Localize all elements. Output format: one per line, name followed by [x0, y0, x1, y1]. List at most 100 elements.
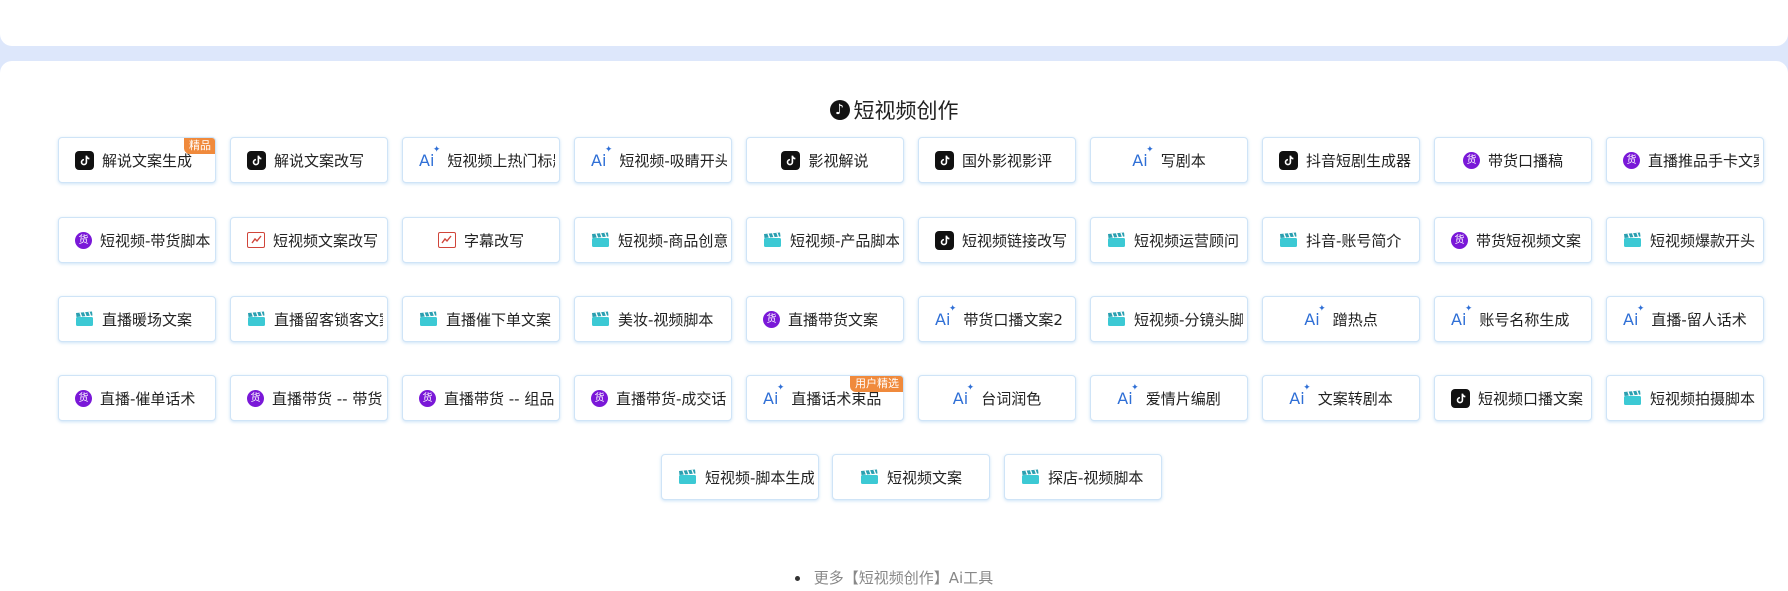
tool-button-label: 短视频-分镜头脚本 [1134, 310, 1243, 329]
tool-button[interactable]: 探店-视频脚本 [1004, 454, 1162, 500]
clapper-icon [1021, 469, 1040, 485]
tool-button-label: 短视频上热门标题 [447, 151, 555, 170]
tool-button-label: 短视频文案改写 [273, 231, 379, 250]
tool-button[interactable]: 短视频-脚本生成 [661, 454, 819, 500]
tool-button-label: 直播-催单话术 [100, 389, 196, 408]
ai-sparkle-icon: Ai ✦ [935, 303, 957, 329]
goods-icon: 货 [75, 389, 92, 407]
tool-button-label: 蹭热点 [1332, 310, 1378, 329]
tool-button[interactable]: 直播暖场文案 [58, 296, 216, 342]
bullet-icon [794, 576, 800, 581]
tool-button-label: 短视频爆款开头 [1650, 231, 1756, 250]
tool-button[interactable]: 抖音-账号简介 [1262, 217, 1420, 263]
ai-sparkle-icon: Ai ✦ [591, 144, 613, 170]
tiktok-icon [75, 150, 94, 170]
more-tools-hint[interactable]: 更多【短视频创作】Ai工具 [0, 569, 1788, 587]
tool-button[interactable]: Ai ✦ 爱情片编剧 [1090, 375, 1248, 421]
tiktok-icon [935, 230, 954, 250]
tool-button-label: 短视频口播文案 [1478, 389, 1584, 408]
tool-button[interactable]: 货带货口播稿 [1434, 137, 1592, 183]
tool-button[interactable]: 货直播带货 -- 组品话术 [402, 375, 560, 421]
tool-button-label: 台词润色 [981, 389, 1042, 408]
clapper-icon [591, 311, 610, 327]
tool-button-label: 账号名称生成 [1479, 310, 1570, 329]
tool-button[interactable]: 短视频链接改写 [918, 217, 1076, 263]
tool-button[interactable]: 解说文案改写 [230, 137, 388, 183]
tool-button[interactable]: 短视频运营顾问 [1090, 217, 1248, 263]
goods-icon: 货 [419, 389, 436, 407]
tiktok-icon [1279, 150, 1298, 170]
tool-button[interactable]: Ai ✦ 写剧本 [1090, 137, 1248, 183]
tool-button[interactable]: Ai ✦ 账号名称生成 [1434, 296, 1592, 342]
goods-icon: 货 [75, 231, 92, 249]
tool-button[interactable]: Ai✦ 短视频上热门标题 [402, 137, 560, 183]
tool-button[interactable]: 货带货短视频文案 [1434, 217, 1592, 263]
clapper-icon [678, 469, 697, 485]
ai-sparkle-icon: Ai ✦ [1117, 382, 1139, 408]
badge: 用户精选 [850, 376, 903, 392]
tool-button[interactable]: 短视频-分镜头脚本 [1090, 296, 1248, 342]
ai-sparkle-icon: Ai ✦ [952, 382, 975, 408]
tool-button[interactable]: 影视解说 [746, 137, 904, 183]
tool-button[interactable]: 抖音短剧生成器 [1262, 137, 1420, 183]
tool-button[interactable]: 货短视频-带货脚本 [58, 217, 216, 263]
tool-button[interactable]: 货直播带货 -- 带货话术 [230, 375, 388, 421]
clapper-icon [860, 469, 879, 485]
tool-button[interactable]: Ai ✦ 直播话术束品 用户精选 [746, 375, 904, 421]
tool-button-label: 美妆-视频脚本 [618, 310, 714, 329]
clapper-icon [75, 311, 94, 327]
tool-button-label: 直播催下单文案 [446, 310, 552, 329]
tiktok-icon [1451, 388, 1470, 408]
tool-button[interactable]: 解说文案生成 精品 [58, 137, 216, 183]
tiktok-icon [247, 150, 266, 170]
tool-button-label: 短视频-带货脚本 [100, 231, 211, 250]
tool-button-label: 国外影视影评 [962, 151, 1053, 170]
tool-button[interactable]: 短视频拍摄脚本 [1606, 375, 1764, 421]
tool-button-label: 带货口播稿 [1487, 151, 1563, 170]
tool-button[interactable]: 短视频文案 [832, 454, 990, 500]
tiktok-icon [935, 150, 954, 170]
goods-icon: 货 [247, 389, 264, 407]
clapper-icon [419, 311, 438, 327]
tool-button[interactable]: 直播留客锁客文案 [230, 296, 388, 342]
tool-button[interactable]: 美妆-视频脚本 [574, 296, 732, 342]
tool-button[interactable]: Ai ✦ 蹭热点 [1262, 296, 1420, 342]
tool-grid: 解说文案生成精品解说文案改写Ai✦短视频上热门标题Ai✦短视频-吸睛开头影视解说… [0, 0, 1788, 578]
tool-button[interactable]: 字幕改写 [402, 217, 560, 263]
tool-button[interactable]: 货直播推品手卡文案 [1606, 137, 1764, 183]
tool-button[interactable]: Ai ✦ 短视频-吸睛开头 [574, 137, 732, 183]
tool-button[interactable]: 短视频-商品创意 [574, 217, 732, 263]
tool-button-label: 文案转剧本 [1317, 389, 1393, 408]
clapper-icon [591, 232, 610, 248]
tool-button-label: 短视频文案 [886, 468, 962, 487]
ai-sparkle-icon: Ai ✦ [1132, 144, 1154, 170]
tool-button[interactable]: 国外影视影评 [918, 137, 1076, 183]
tool-button[interactable]: Ai ✦ 直播-留人话术 [1606, 296, 1764, 342]
tool-button-label: 短视频运营顾问 [1134, 231, 1240, 250]
tool-button[interactable]: 短视频-产品脚本 [746, 217, 904, 263]
tool-button-label: 直播暖场文案 [102, 310, 193, 329]
tool-button-label: 影视解说 [808, 151, 869, 170]
tool-button[interactable]: 货直播带货-成交话术 [574, 375, 732, 421]
tool-button[interactable]: 短视频口播文案 [1434, 375, 1592, 421]
tool-button[interactable]: 直播催下单文案 [402, 296, 560, 342]
tool-button[interactable]: Ai ✦ 带货口播文案2 [918, 296, 1076, 342]
tool-button[interactable]: Ai ✦ 文案转剧本 [1262, 375, 1420, 421]
goods-icon: 货 [763, 310, 780, 328]
tool-button[interactable]: 货直播-催单话术 [58, 375, 216, 421]
tool-button[interactable]: 短视频爆款开头 [1606, 217, 1764, 263]
tool-button[interactable]: Ai ✦ 台词润色 [918, 375, 1076, 421]
tiktok-icon [781, 150, 801, 170]
goods-icon: 货 [1462, 151, 1480, 169]
tool-button[interactable]: 货直播带货文案 [746, 296, 904, 342]
ai-sparkle-icon: Ai ✦ [1451, 303, 1473, 329]
tool-button-label: 带货短视频文案 [1476, 231, 1582, 250]
more-tools-label: 更多【短视频创作】Ai工具 [813, 569, 994, 587]
tool-button-label: 直播带货 -- 带货话术 [272, 389, 383, 408]
tool-button[interactable]: 短视频文案改写 [230, 217, 388, 263]
tool-button-label: 直播带货 -- 组品话术 [444, 389, 555, 408]
tool-button-label: 短视频拍摄脚本 [1650, 389, 1756, 408]
tool-button-label: 短视频-商品创意 [618, 231, 727, 250]
ai-sparkle-icon: Ai ✦ [763, 382, 785, 408]
clapper-icon [1623, 390, 1642, 406]
